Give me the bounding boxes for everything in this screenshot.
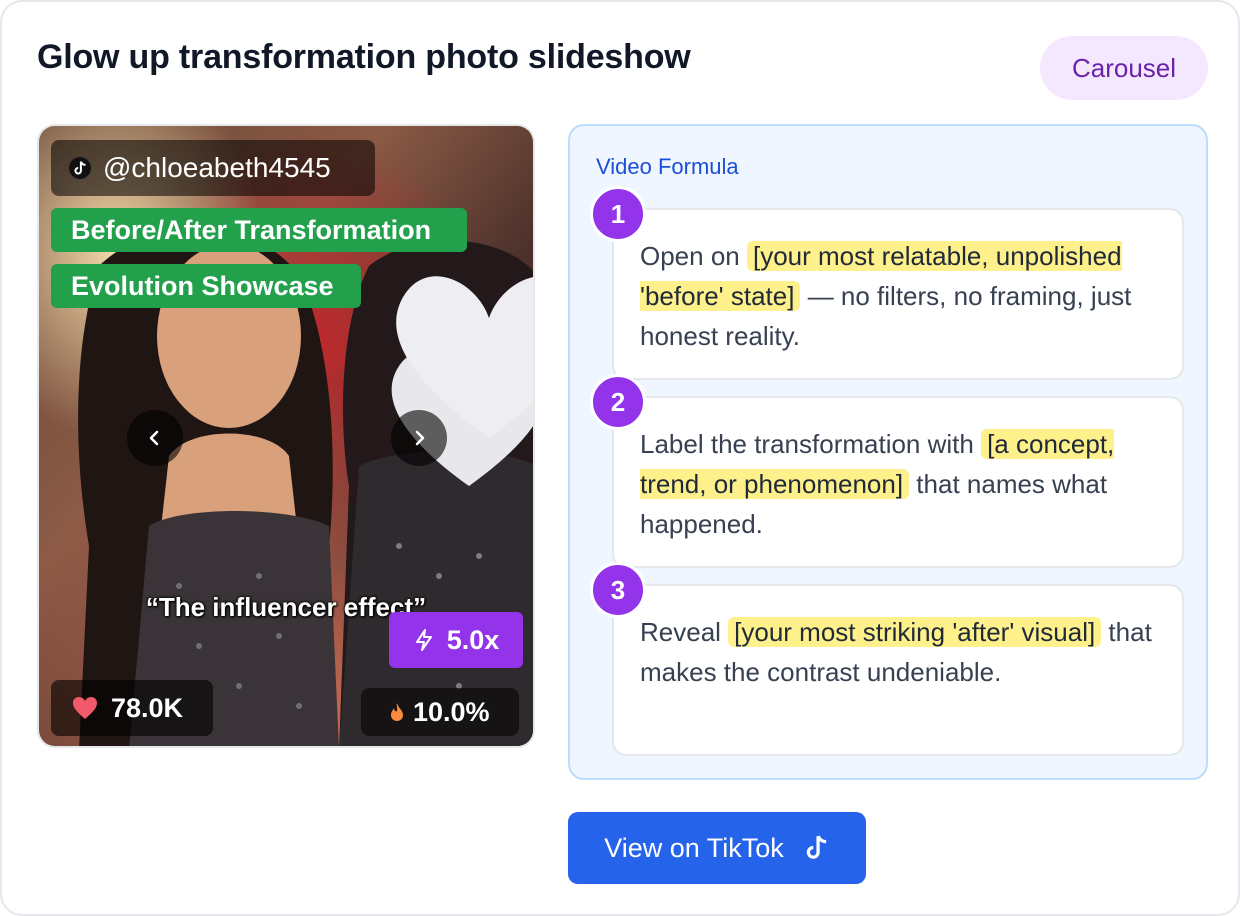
step-text: Open on [your most relatable, unpolished… (640, 236, 1170, 356)
formula-step: 1 Open on [your most relatable, unpolish… (590, 186, 1184, 380)
engagement-rate: 10.0% (361, 688, 519, 736)
carousel-media[interactable]: @chloeabeth4545 Before/After Transformat… (37, 124, 535, 748)
step-text: Label the transformation with [a concept… (640, 424, 1170, 544)
format-badge: Carousel (1040, 36, 1208, 100)
tag-evolution: Evolution Showcase (51, 264, 361, 308)
lightning-icon (415, 629, 432, 651)
creator-handle-text: @chloeabeth4545 (103, 152, 331, 183)
heart-icon (73, 697, 97, 719)
step-number: 3 (590, 562, 646, 618)
tiktok-icon (806, 835, 827, 859)
tag-before-after: Before/After Transformation (51, 208, 467, 252)
previous-slide-button[interactable] (127, 410, 183, 466)
step-text-part: Reveal (640, 617, 729, 647)
formula-step: 3 Reveal [your most striking 'after' vis… (590, 562, 1184, 756)
formula-label: Video Formula (596, 154, 739, 179)
creator-handle[interactable]: @chloeabeth4545 (51, 140, 375, 196)
step-placeholder: [your most striking 'after' visual] (728, 617, 1102, 647)
button-label: View on TikTok (604, 832, 784, 863)
engagement-value: 10.0% (413, 696, 490, 727)
formula-step: 2 Label the transformation with [a conce… (590, 374, 1184, 568)
step-text-part: Open on (640, 241, 747, 271)
step-number: 1 (590, 186, 646, 242)
tiktok-icon (69, 157, 91, 179)
performance-multiplier: 5.0x (389, 612, 523, 668)
step-number: 2 (590, 374, 646, 430)
step-text-part: Label the transformation with (640, 429, 982, 459)
view-on-tiktok-button[interactable]: View on TikTok (568, 812, 866, 884)
chevron-right-icon (415, 430, 425, 446)
step-text: Reveal [your most striking 'after' visua… (640, 612, 1170, 692)
formula-card: Glow up transformation photo slideshow C… (0, 0, 1240, 916)
next-slide-button[interactable] (391, 410, 447, 466)
likes-count: 78.0K (51, 680, 213, 736)
card-title: Glow up transformation photo slideshow (37, 38, 691, 76)
likes-value: 78.0K (111, 692, 184, 723)
chevron-left-icon (149, 430, 159, 446)
video-formula-panel: Video Formula 1 Open on [your most relat… (568, 124, 1208, 780)
flame-icon (391, 703, 403, 721)
multiplier-value: 5.0x (446, 624, 500, 655)
